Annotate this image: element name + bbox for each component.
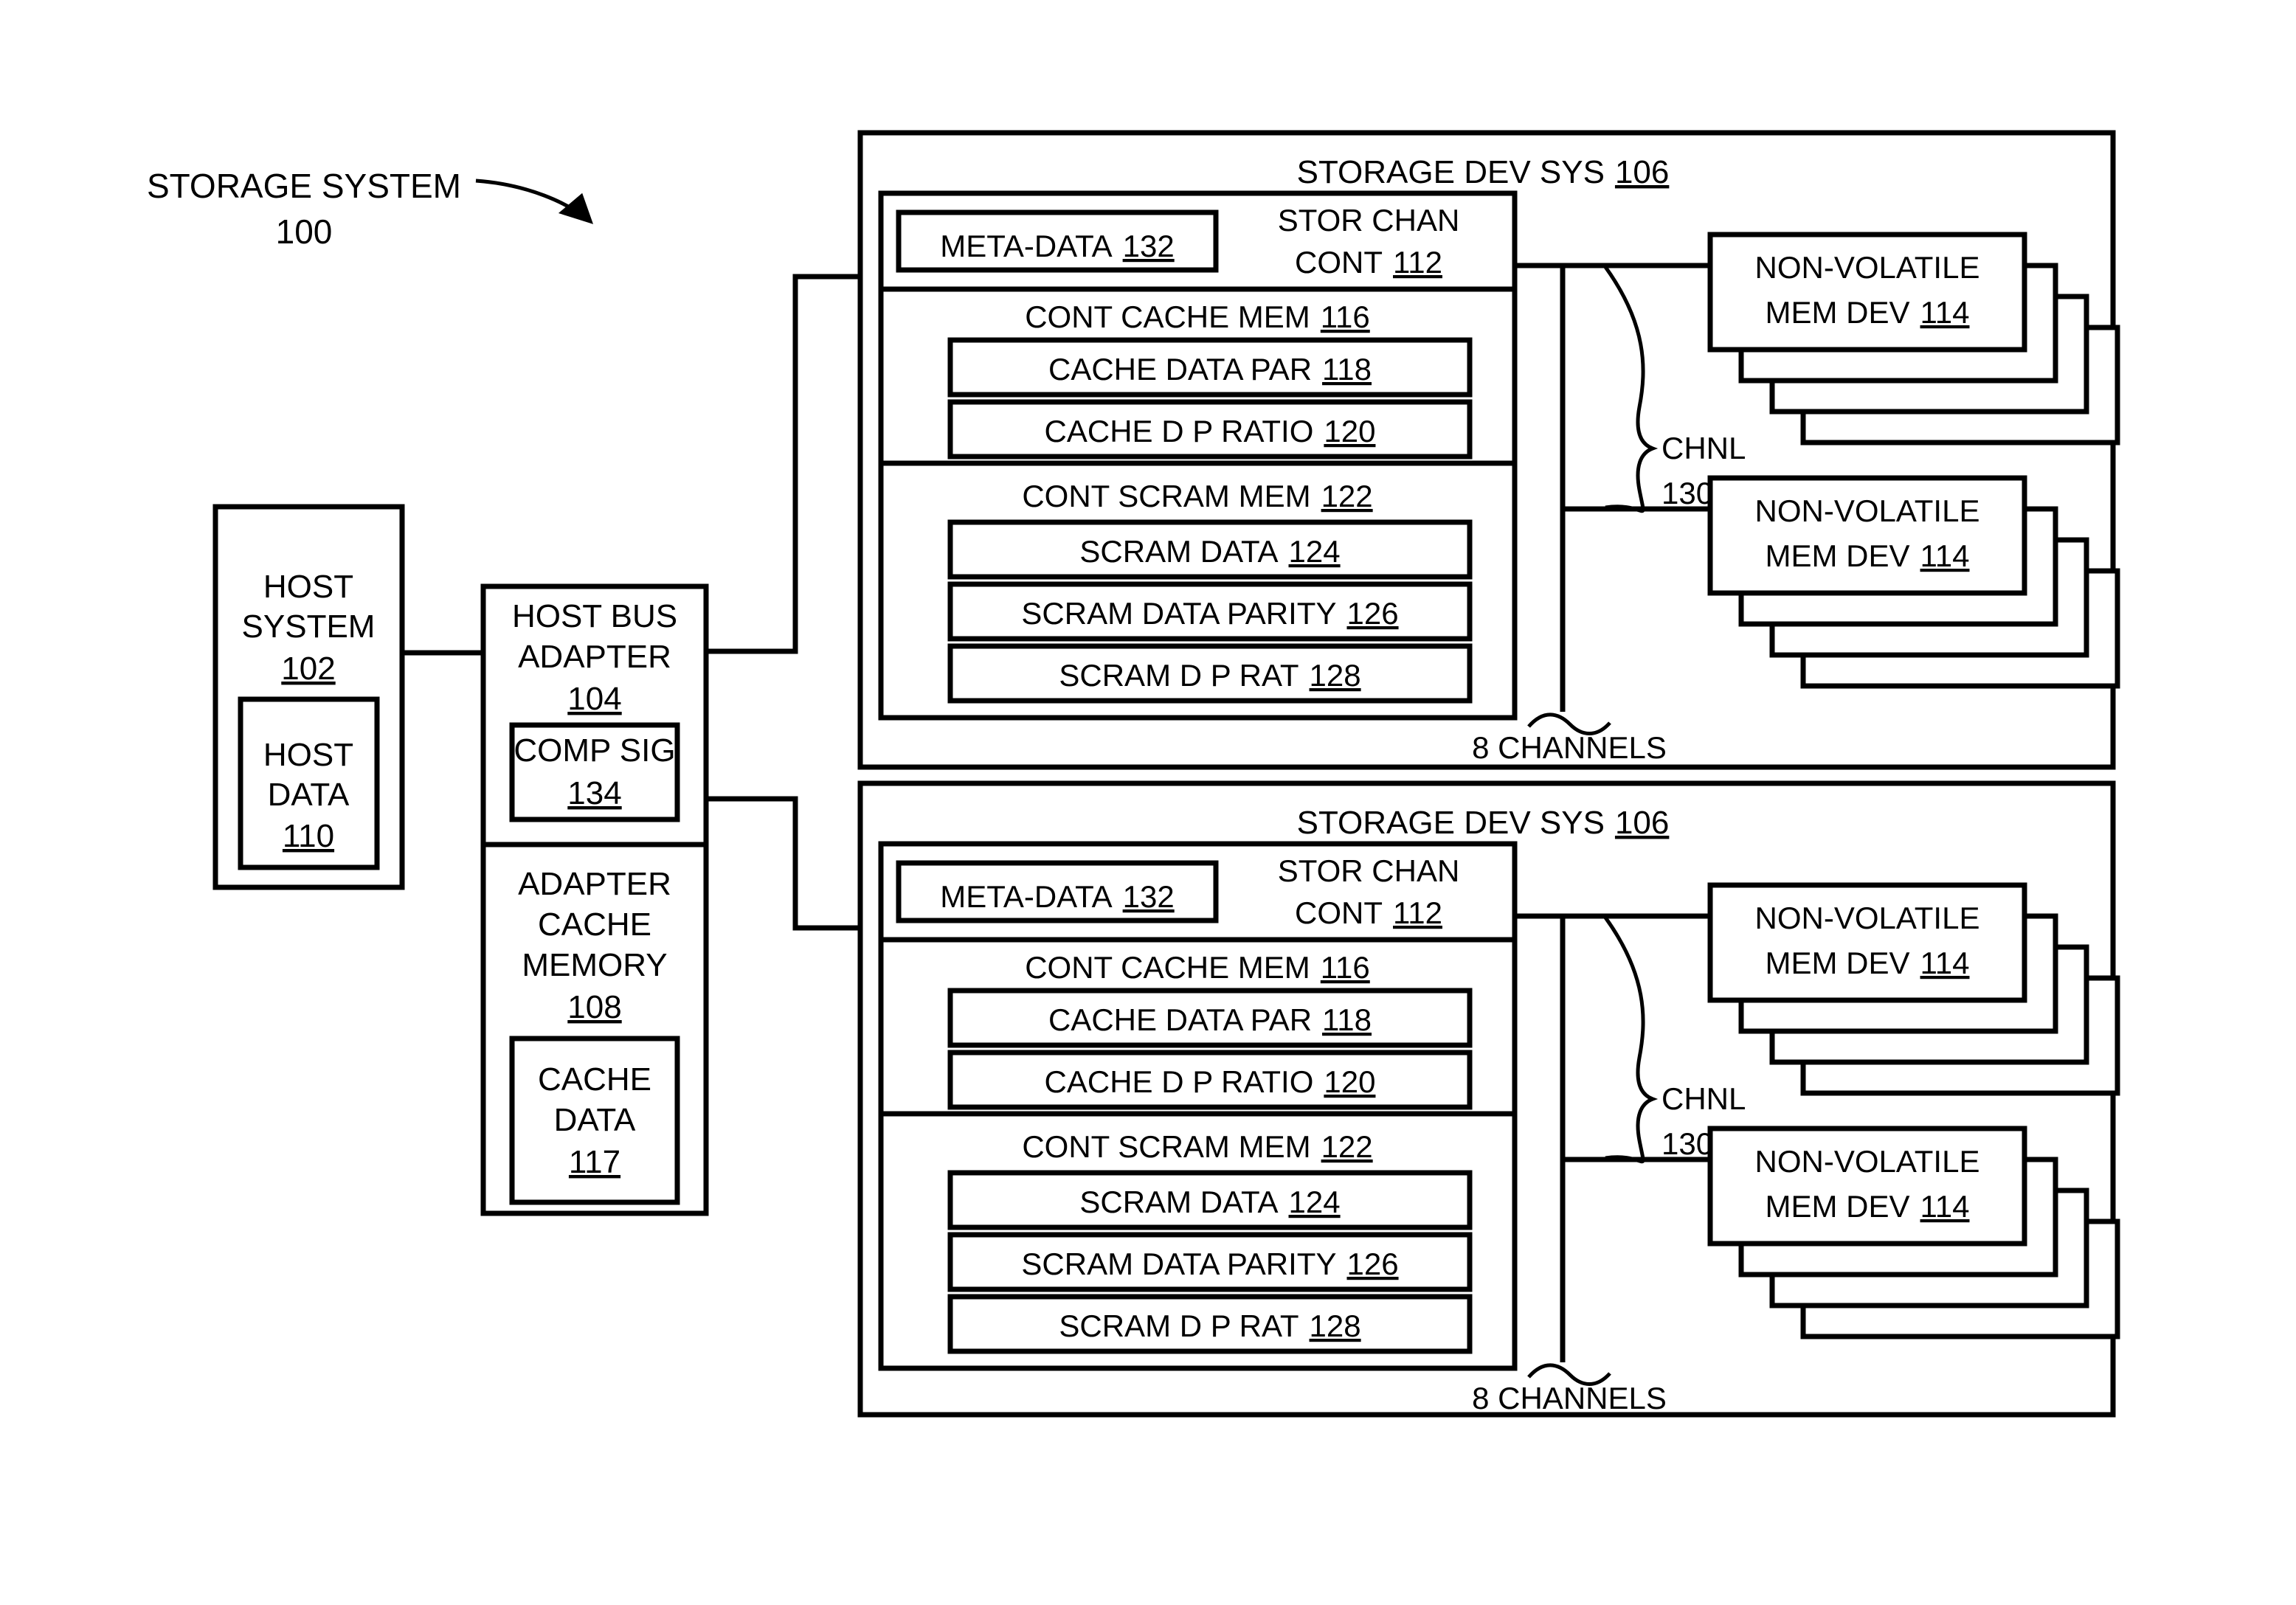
nvm-mem-dev-label-line1: NON-VOLATILE — [1755, 1144, 1980, 1179]
figure-title-ref: 100 — [276, 212, 333, 251]
cache-data-label-line2: DATA — [554, 1102, 636, 1138]
nvm-mem-dev-label-line2: MEM DEV 114 — [1766, 295, 1970, 330]
cache-data-par-label: CACHE DATA PAR 118 — [1048, 352, 1372, 386]
storage-dev-sys-1[interactable]: STORAGE DEV SYS 106 STOR CHAN CONT 112 MET… — [857, 780, 2120, 1418]
scram-data-label: SCRAM DATA 124 — [1079, 534, 1340, 569]
channel-count-note: 8 CHANNELS — [1472, 730, 1667, 765]
cache-d-p-ratio-label: CACHE D P RATIO 120 — [1045, 414, 1376, 448]
cache-data-label-line1: CACHE — [538, 1061, 651, 1098]
host-data-ref: 110 — [283, 818, 334, 854]
nvm-group-0[interactable]: NON-VOLATILE MEM DEV 114 — [1707, 882, 2120, 1096]
nvm-mem-dev-label-line1: NON-VOLATILE — [1755, 901, 1980, 935]
connector-adapter-to-sds-bottom — [706, 796, 860, 931]
host-data-label-line2: DATA — [268, 777, 350, 813]
diagram-canvas: STORAGE SYSTEM 100 HOST SYSTEM 102 HOST … — [147, 130, 2120, 1418]
scram-d-p-rat-label: SCRAM D P RAT 128 — [1059, 1308, 1360, 1343]
host-bus-adapter-label-line1: HOST BUS — [512, 598, 677, 634]
chnl-label: CHNL — [1662, 431, 1746, 465]
connector-adapter-to-sds-top — [706, 274, 860, 654]
nvm-group-1[interactable]: NON-VOLATILE MEM DEV 114 — [1707, 475, 2120, 689]
cache-d-p-ratio-label: CACHE D P RATIO 120 — [1045, 1064, 1376, 1099]
adapter-cache-memory-label-line1: ADAPTER — [518, 866, 671, 902]
nvm-mem-dev-label-line2: MEM DEV 114 — [1766, 1189, 1970, 1224]
cache-data-ref: 117 — [569, 1144, 620, 1180]
host-bus-adapter-block[interactable]: HOST BUS ADAPTER 104 COMP SIG 134 ADAPTE… — [480, 583, 709, 1216]
adapter-cache-memory-label-line3: MEMORY — [522, 947, 667, 983]
nvm-group-0[interactable]: NON-VOLATILE MEM DEV 114 — [1707, 232, 2120, 446]
nvm-mem-dev-label-line2: MEM DEV 114 — [1766, 946, 1970, 980]
figure-title-label: STORAGE SYSTEM — [147, 167, 461, 205]
host-system-block[interactable]: HOST SYSTEM 102 HOST DATA 110 — [212, 504, 405, 890]
stor-chan-cont-label-line1: STOR CHAN — [1278, 203, 1460, 238]
stor-chan-cont-label-line2: CONT 112 — [1295, 245, 1442, 280]
chnl-ref: 130 — [1662, 476, 1713, 510]
stor-chan-cont-label-line1: STOR CHAN — [1278, 853, 1460, 888]
channel-count-note: 8 CHANNELS — [1472, 1381, 1667, 1415]
chnl-label: CHNL — [1662, 1081, 1746, 1116]
host-system-label-line1: HOST — [263, 569, 353, 605]
cache-data-par-label: CACHE DATA PAR 118 — [1048, 1002, 1372, 1037]
nvm-mem-dev-label-line1: NON-VOLATILE — [1755, 493, 1980, 528]
meta-data-label: META-DATA 132 — [940, 879, 1174, 914]
scram-d-p-rat-label: SCRAM D P RAT 128 — [1059, 658, 1360, 693]
stor-chan-cont-label-line2: CONT 112 — [1295, 895, 1442, 930]
host-system-label-line2: SYSTEM — [242, 609, 376, 645]
patent-figure-storage-system: STORAGE SYSTEM 100 HOST SYSTEM 102 HOST … — [0, 0, 2296, 1605]
comp-sig-ref: 134 — [567, 775, 621, 811]
nvm-mem-dev-label-line1: NON-VOLATILE — [1755, 250, 1980, 285]
comp-sig-label: COMP SIG — [514, 732, 675, 769]
adapter-cache-memory-label-line2: CACHE — [538, 907, 651, 943]
host-data-label-line1: HOST — [263, 737, 353, 773]
host-system-ref: 102 — [281, 651, 335, 687]
host-bus-adapter-label-line2: ADAPTER — [518, 639, 671, 675]
meta-data-label: META-DATA 132 — [940, 229, 1174, 263]
chnl-ref: 130 — [1662, 1126, 1713, 1161]
nvm-group-1[interactable]: NON-VOLATILE MEM DEV 114 — [1707, 1126, 2120, 1339]
scram-data-label: SCRAM DATA 124 — [1079, 1185, 1340, 1219]
storage-dev-sys-0[interactable]: STORAGE DEV SYS 106 STOR CHAN CONT 112 MET… — [857, 130, 2120, 770]
host-bus-adapter-ref: 104 — [567, 681, 621, 717]
lead-arrowhead — [558, 193, 594, 224]
figure-title-group: STORAGE SYSTEM 100 — [147, 167, 594, 251]
adapter-cache-memory-ref: 108 — [567, 989, 621, 1025]
nvm-mem-dev-label-line2: MEM DEV 114 — [1766, 538, 1970, 573]
